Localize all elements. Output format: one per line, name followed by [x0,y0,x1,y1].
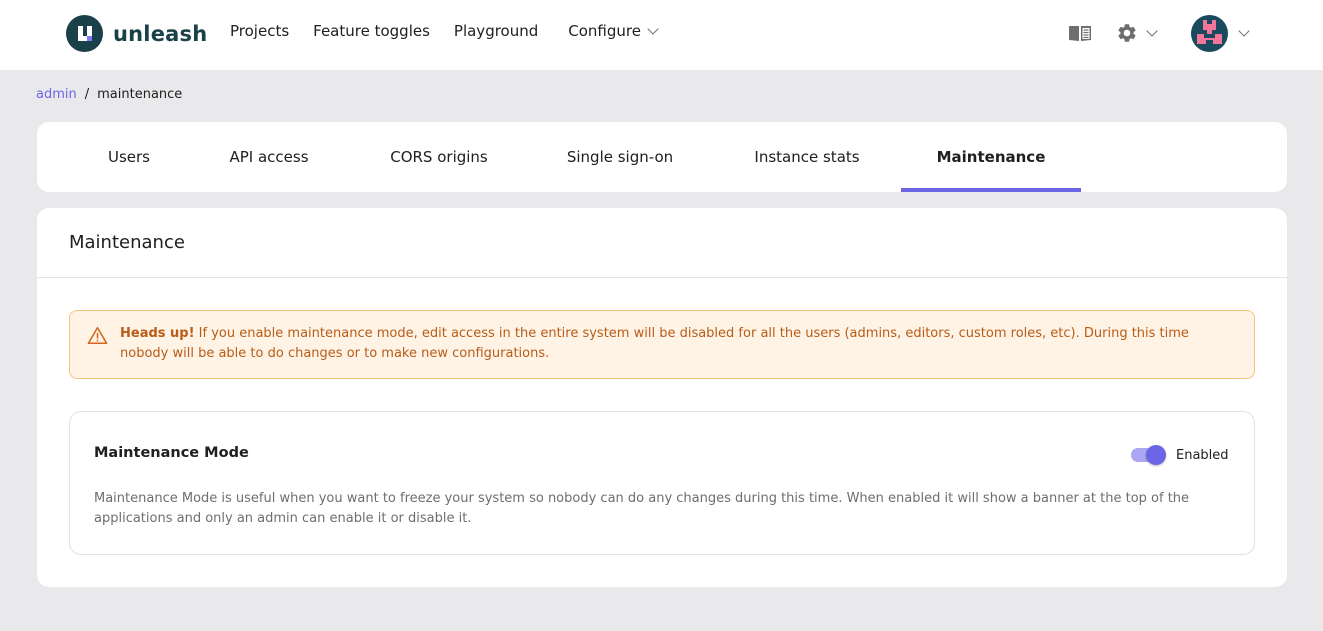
settings-menu-button[interactable] [1116,22,1158,44]
maintenance-mode-title: Maintenance Mode [94,445,249,461]
user-menu-button[interactable] [1191,15,1250,52]
maintenance-mode-toggle[interactable]: Enabled [1130,444,1229,466]
unleash-logo-icon [66,15,103,52]
tab-api-access[interactable]: API access [209,122,329,192]
main-nav: Projects Feature toggles Playground Conf… [230,22,681,40]
chevron-down-icon [647,22,659,35]
alert-heading: Heads up! [120,326,195,341]
nav-projects[interactable]: Projects [230,22,289,40]
nav-configure-label: Configure [568,22,641,40]
nav-configure[interactable]: Configure [568,22,659,40]
tab-instance-stats[interactable]: Instance stats [731,122,883,192]
tab-maintenance[interactable]: Maintenance [901,122,1081,192]
maintenance-mode-card: Maintenance Mode Enabled Maintenance Mod… [69,411,1255,555]
nav-playground[interactable]: Playground [454,22,538,40]
alert-message: Heads up! If you enable maintenance mode… [120,324,1220,364]
breadcrumb-current: maintenance [97,87,183,102]
alert-body: If you enable maintenance mode, edit acc… [120,326,1189,361]
tab-cors-origins[interactable]: CORS origins [369,122,509,192]
chevron-down-icon [1238,25,1250,37]
tab-users[interactable]: Users [89,122,169,192]
page-title: Maintenance [69,232,185,253]
divider [37,277,1287,278]
toggle-thumb [1146,445,1166,465]
tab-single-sign-on[interactable]: Single sign-on [549,122,691,192]
top-header: unleash Projects Feature toggles Playgro… [0,0,1323,70]
brand-name: unleash [113,21,208,46]
maintenance-mode-description: Maintenance Mode is useful when you want… [94,491,1190,526]
maintenance-panel: Maintenance Heads up! If you enable main… [37,208,1287,587]
gear-icon [1118,24,1136,42]
warning-icon [87,326,108,345]
admin-tabs: Users API access CORS origins Single sig… [37,122,1287,192]
breadcrumb-admin-link[interactable]: admin [36,87,77,102]
book-icon[interactable] [1068,24,1092,42]
nav-feature-toggles[interactable]: Feature toggles [313,22,430,40]
unleash-logo[interactable]: unleash [66,15,207,52]
breadcrumb: admin / maintenance [36,87,182,102]
warning-alert: Heads up! If you enable maintenance mode… [69,310,1255,379]
toggle-label: Enabled [1176,447,1229,463]
user-avatar [1191,15,1228,52]
chevron-down-icon [1146,24,1158,37]
toggle-switch[interactable] [1130,444,1168,466]
breadcrumb-separator: / [84,87,90,102]
